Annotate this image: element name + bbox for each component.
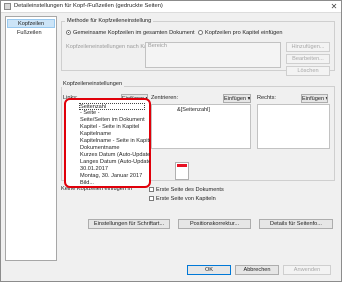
apply-button[interactable]: Anwenden: [283, 265, 331, 275]
nav-item-kopfzeilen[interactable]: Kopfzeilen: [7, 19, 55, 28]
chapter-range-list: Bereich: [145, 42, 281, 68]
chapter-settings-label: Kopfzeileneinstellungen nach Kapitel: [66, 44, 158, 50]
menu-item-long-date[interactable]: Langes Datum (Auto-Update): [80, 159, 150, 166]
window-title: Detaileinstellungen für Kopf-/Fußzeilen …: [14, 3, 163, 9]
first-page-doc-label: Erste Seite des Dokuments: [156, 187, 224, 193]
nav-item-fusszeilen[interactable]: Fußzeilen: [7, 29, 55, 38]
menu-item-document-name[interactable]: Dokumentname: [80, 145, 150, 152]
menu-item-page-number[interactable]: Seitenzahl: [79, 103, 145, 110]
right-header-area[interactable]: [257, 104, 330, 149]
radio-common-header-label: Gemeinsame Kopfzeilen im gesamten Dokume…: [73, 30, 195, 36]
menu-item-dash-page[interactable]: - Seite -: [80, 110, 150, 117]
page-preview-icon: [175, 162, 189, 180]
radio-common-header[interactable]: [66, 30, 71, 35]
center-label: Zentrieren:: [151, 95, 179, 101]
menu-item-short-date[interactable]: Kurzes Datum (Auto-Update): [80, 152, 150, 159]
insert-right-button[interactable]: Einfügen ▾: [301, 94, 328, 103]
menu-item-chapter-name-page[interactable]: Kapitelname - Seite in Kapitel: [80, 138, 150, 145]
page-details-button[interactable]: Details für Seitenfo...: [259, 219, 333, 229]
center-header-area[interactable]: &[Seitenzahl]: [151, 104, 251, 149]
menu-item-chapter-name[interactable]: Kapitelname: [80, 131, 150, 138]
header-settings-label: Kopfzeileneinstellungen: [61, 81, 125, 87]
radio-per-chapter-label: Kopfzeilen pro Kapitel einfügen: [205, 30, 283, 36]
position-correction-button[interactable]: Positionskorrektur...: [178, 219, 251, 229]
dialog-window: Detaileinstellungen für Kopf-/Fußzeilen …: [0, 0, 342, 282]
menu-item-image[interactable]: Bild...: [80, 180, 150, 187]
title-bar: Detaileinstellungen für Kopf-/Fußzeilen …: [1, 1, 341, 13]
close-icon[interactable]: ✕: [329, 2, 339, 11]
first-page-chapter-checkbox[interactable]: [149, 196, 154, 201]
edit-chapter-button[interactable]: Bearbeiten...: [286, 54, 330, 64]
cancel-button[interactable]: Abbrechen: [235, 265, 279, 275]
method-group-label: Methode für Kopfzeileneinstellung: [65, 18, 154, 24]
app-icon: [4, 3, 11, 10]
menu-item-chapter-page[interactable]: Kapitel - Seite in Kapitel: [80, 124, 150, 131]
font-settings-button[interactable]: Einstellungen für Schriftart...: [88, 219, 170, 229]
insert-dropdown-menu: Seitenzahl - Seite - Seite/Seiten im Dok…: [64, 98, 151, 188]
ok-button[interactable]: OK: [187, 265, 231, 275]
right-label: Rechts:: [257, 95, 276, 101]
insert-center-button[interactable]: Einfügen ▾: [223, 94, 251, 103]
delete-chapter-button[interactable]: Löschen: [286, 66, 330, 76]
menu-item-page-of-pages[interactable]: Seite/Seiten im Dokument: [80, 117, 150, 124]
menu-item-date-numeric[interactable]: 30.01.2017: [80, 166, 150, 173]
category-list: Kopfzeilen Fußzeilen: [5, 16, 57, 261]
menu-item-date-long[interactable]: Montag, 30. Januar 2017: [80, 173, 150, 180]
first-page-doc-checkbox[interactable]: [149, 187, 154, 192]
first-page-chapter-label: Erste Seite von Kapiteln: [156, 196, 216, 202]
center-header-value: &[Seitenzahl]: [177, 107, 210, 113]
add-chapter-button[interactable]: Hinzufügen...: [286, 42, 330, 52]
radio-per-chapter[interactable]: [198, 30, 203, 35]
